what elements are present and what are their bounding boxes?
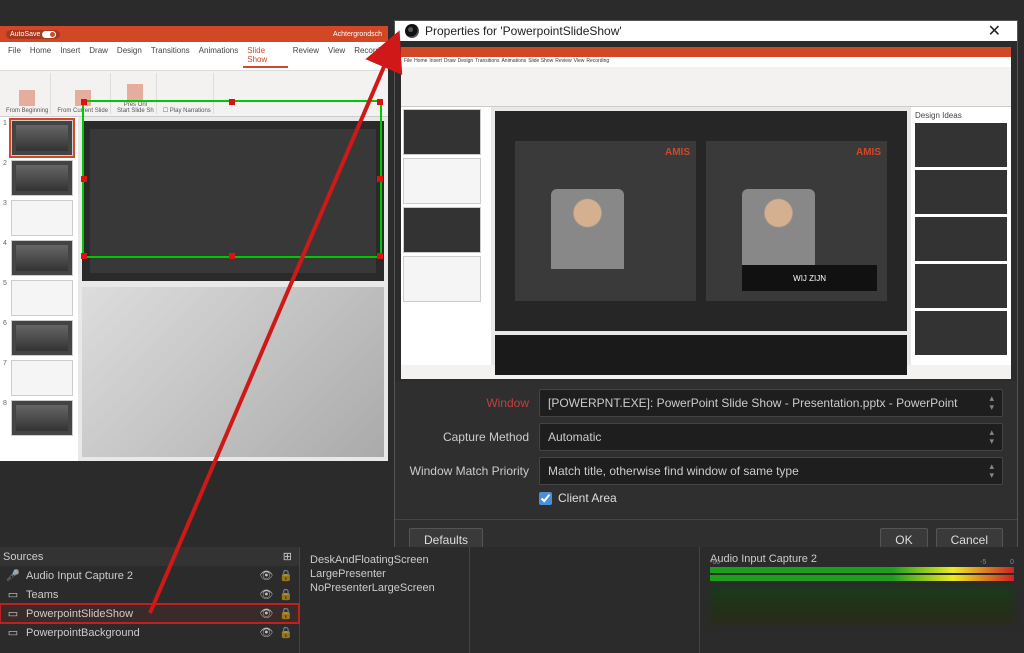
- ppt-menubar: FileHomeInsertDrawDesignTransitionsAnima…: [0, 42, 388, 71]
- window-icon: ▭: [6, 627, 20, 639]
- lock-toggle[interactable]: 🔒: [279, 607, 293, 620]
- window-label: Window: [409, 396, 529, 410]
- menu-review[interactable]: Review: [289, 44, 323, 68]
- scene-item[interactable]: NoPresenterLargeScreen: [310, 581, 459, 595]
- close-button[interactable]: ✕: [982, 21, 1007, 41]
- slide-thumb[interactable]: [11, 320, 73, 356]
- window-select[interactable]: [POWERPNT.EXE]: PowerPoint Slide Show - …: [539, 389, 1003, 417]
- mic-icon: 🎤: [6, 570, 20, 582]
- scene-item[interactable]: DeskAndFloatingScreen: [310, 553, 459, 567]
- ribbon-play-narrations[interactable]: Play Narrations: [170, 108, 211, 114]
- match-priority-label: Window Match Priority: [409, 464, 529, 478]
- slide-thumb[interactable]: [11, 160, 73, 196]
- sources-title: Sources: [3, 551, 43, 563]
- brand-label: AMIS: [665, 147, 690, 158]
- ribbon-from-current[interactable]: From Current Slide: [57, 108, 108, 114]
- source-item[interactable]: ▭PowerpointSlideShow👁🔒: [0, 604, 299, 623]
- add-source-button[interactable]: ⊞: [279, 550, 296, 563]
- obs-logo-icon: [405, 24, 419, 38]
- source-item[interactable]: ▭PowerpointBackground👁🔒: [0, 623, 299, 642]
- window-icon: ▭: [6, 608, 20, 620]
- ppt-ribbon: From Beginning From Current Slide Pres O…: [0, 71, 388, 117]
- banner-text: WIJ ZIJN: [742, 265, 877, 291]
- slide-thumb[interactable]: [11, 120, 73, 156]
- properties-form: Window [POWERPNT.EXE]: PowerPoint Slide …: [395, 381, 1017, 519]
- ppt-title: Achtergrondsch: [333, 31, 382, 38]
- lock-toggle[interactable]: 🔒: [279, 569, 293, 582]
- menu-file[interactable]: File: [4, 44, 25, 68]
- match-priority-select[interactable]: Match title, otherwise find window of sa…: [539, 457, 1003, 485]
- menu-animations[interactable]: Animations: [195, 44, 243, 68]
- slide-thumb[interactable]: [11, 240, 73, 276]
- autosave-toggle[interactable]: AutoSave: [6, 30, 60, 39]
- client-area-label: Client Area: [558, 491, 617, 505]
- audio-meter: -60-50: [710, 567, 1014, 573]
- slide-thumb[interactable]: [11, 360, 73, 396]
- menu-transitions[interactable]: Transitions: [147, 44, 194, 68]
- capture-method-select[interactable]: Automatic▴▾: [539, 423, 1003, 451]
- ribbon-from-beginning[interactable]: From Beginning: [6, 108, 48, 114]
- menu-insert[interactable]: Insert: [56, 44, 84, 68]
- source-item[interactable]: 🎤Audio Input Capture 2👁🔒: [0, 566, 299, 585]
- window-icon: ▭: [6, 589, 20, 601]
- powerpoint-window: AutoSave Achtergrondsch FileHomeInsertDr…: [0, 26, 388, 446]
- slide-thumb[interactable]: [11, 400, 73, 436]
- menu-draw[interactable]: Draw: [85, 44, 112, 68]
- menu-view[interactable]: View: [324, 44, 349, 68]
- menu-record[interactable]: Record: [350, 44, 384, 68]
- scene-item[interactable]: LargePresenter: [310, 567, 459, 581]
- source-item[interactable]: ▭Teams👁🔒: [0, 585, 299, 604]
- visibility-toggle[interactable]: 👁: [259, 569, 273, 582]
- ppt-titlebar: AutoSave Achtergrondsch: [0, 26, 388, 42]
- properties-preview: FileHomeInsertDrawDesignTransitionsAnima…: [395, 41, 1017, 381]
- design-ideas-panel[interactable]: Design Ideas: [911, 107, 1011, 365]
- visibility-toggle[interactable]: 👁: [259, 626, 273, 639]
- menu-slide-show[interactable]: Slide Show: [243, 44, 288, 68]
- visibility-toggle[interactable]: 👁: [259, 607, 273, 620]
- properties-dialog: Properties for 'PowerpointSlideShow' ✕ F…: [394, 20, 1018, 560]
- menu-home[interactable]: Home: [26, 44, 55, 68]
- lock-toggle[interactable]: 🔒: [279, 626, 293, 639]
- lock-toggle[interactable]: 🔒: [279, 588, 293, 601]
- menu-design[interactable]: Design: [113, 44, 146, 68]
- slide-thumb[interactable]: [11, 200, 73, 236]
- properties-titlebar: Properties for 'PowerpointSlideShow' ✕: [395, 21, 1017, 41]
- ribbon-start-section: Start Slide Sh: [117, 108, 154, 114]
- visibility-toggle[interactable]: 👁: [259, 588, 273, 601]
- ppt-canvas[interactable]: [78, 117, 388, 461]
- audio-mixer: Audio Input Capture 2 -60-50: [700, 547, 1024, 653]
- client-area-checkbox[interactable]: [539, 492, 552, 505]
- slide-thumb[interactable]: [11, 280, 73, 316]
- brand-label: AMIS: [856, 147, 881, 158]
- obs-bottom-panel: Sources⊞ 🎤Audio Input Capture 2👁🔒▭Teams👁…: [0, 547, 1024, 653]
- capture-method-label: Capture Method: [409, 430, 529, 444]
- properties-title: Properties for 'PowerpointSlideShow': [425, 24, 622, 38]
- scenes-list[interactable]: DeskAndFloatingScreenLargePresenterNoPre…: [300, 547, 470, 653]
- ppt-thumbnails[interactable]: 12345678: [0, 117, 78, 461]
- audio-meter: [710, 575, 1014, 581]
- sources-panel: Sources⊞ 🎤Audio Input Capture 2👁🔒▭Teams👁…: [0, 547, 300, 653]
